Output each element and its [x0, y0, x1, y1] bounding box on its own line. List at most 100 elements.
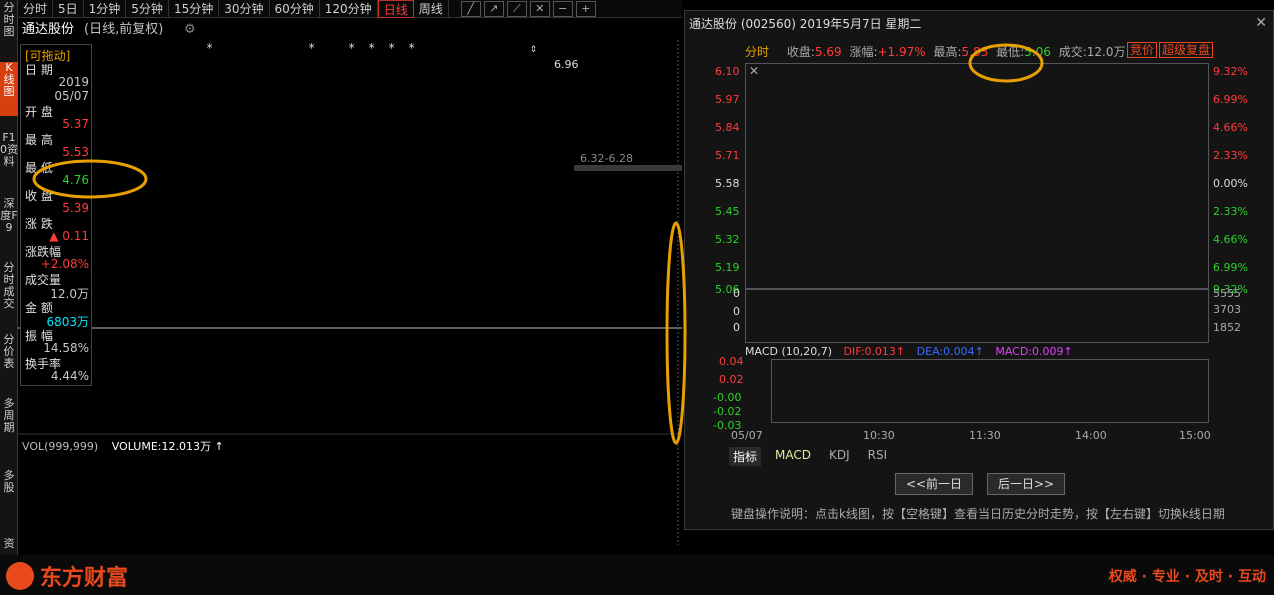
- sidebar-item-more[interactable]: 资: [0, 538, 18, 552]
- macd-dif: DIF:0.013↑: [843, 345, 906, 358]
- add-icon[interactable]: +: [575, 0, 596, 17]
- next-day-button[interactable]: 后一日>>: [987, 473, 1065, 495]
- pct-axis-label: 9.32%: [1213, 65, 1248, 78]
- kline-chart[interactable]: * * * * * * ⇕ 6.96 6.32-6.28: [18, 40, 682, 545]
- macd-axis-label: 0.02: [719, 373, 744, 386]
- sidebar-item-intraday[interactable]: 分时图: [0, 2, 18, 52]
- sidebar-item-f10[interactable]: F10资料: [0, 132, 18, 182]
- turnover-value: 4.44%: [50, 369, 89, 383]
- pct-axis-label: 2.33%: [1213, 205, 1248, 218]
- left-sidebar: 分时图 K线图 F10资料 深度F9 分时成交 分价表 多周期 多股 资: [0, 0, 18, 595]
- popup-low-label: 最低:: [996, 45, 1025, 59]
- sidebar-item-multi-period[interactable]: 多周期: [0, 398, 18, 446]
- expand-icon[interactable]: ✕: [746, 64, 762, 80]
- vol-axis-label: 1852: [1213, 321, 1241, 334]
- intraday-popup[interactable]: 通达股份 (002560) 2019年5月7日 星期二 ✕ 分时 收盘:5.69…: [684, 10, 1274, 530]
- vol-axis-label: 5555: [1213, 287, 1241, 300]
- amplitude-value: 14.58%: [43, 341, 89, 355]
- auction-button[interactable]: 竞价: [1127, 42, 1158, 58]
- sidebar-item-ticks[interactable]: 分时成交: [0, 262, 18, 318]
- popup-vol-label: 成交:: [1058, 45, 1087, 59]
- super-replay-button[interactable]: 超级复盘: [1159, 42, 1214, 58]
- macd-plot[interactable]: [771, 359, 1209, 423]
- tab-macd[interactable]: MACD: [771, 447, 815, 466]
- tab-intraday[interactable]: 分时: [18, 0, 54, 18]
- popup-high-value: 5.83: [961, 45, 989, 59]
- tab-rsi[interactable]: RSI: [864, 447, 892, 466]
- keyboard-help-text: 键盘操作说明：点击k线图，按【空格键】查看当日历史分时走势，按【左右键】切换k线…: [731, 507, 1225, 521]
- draw-line-icon[interactable]: ╱: [460, 0, 481, 17]
- prev-day-button[interactable]: <<前一日: [895, 473, 973, 495]
- event-marker[interactable]: *: [206, 41, 213, 55]
- time-axis-label: 11:30: [969, 429, 1001, 442]
- event-marker[interactable]: *: [408, 41, 415, 55]
- brand-footer: [0, 555, 1274, 595]
- popup-low-value: 5.06: [1024, 45, 1051, 59]
- intraday-price-plot[interactable]: ✕: [745, 63, 1209, 289]
- event-marker[interactable]: *: [348, 41, 355, 55]
- intraday-volume-plot[interactable]: [745, 289, 1209, 343]
- macd-axis-label: -0.02: [713, 405, 742, 418]
- macd-value: MACD:0.009↑: [995, 345, 1073, 358]
- period-toolbar: 分时 5日 1分钟 5分钟 15分钟 30分钟 60分钟 120分钟 日线 周线…: [18, 0, 682, 18]
- price-axis-label: 5.45: [715, 205, 740, 218]
- kline-info-panel[interactable]: [可拖动] 日 期 2019 05/07 开 盘 5.37 最 高 5.53 最…: [20, 44, 92, 386]
- vol-axis-label: 0: [733, 287, 740, 300]
- tab-120min[interactable]: 120分钟: [320, 0, 378, 18]
- tab-5min[interactable]: 5分钟: [126, 0, 169, 18]
- draw-arrow-icon[interactable]: ↗: [483, 0, 504, 17]
- time-axis-label: 10:30: [863, 429, 895, 442]
- pct-axis-label: 6.99%: [1213, 261, 1248, 274]
- peak-price-label: 6.96: [554, 58, 579, 71]
- pct-axis-label: 4.66%: [1213, 233, 1248, 246]
- tab-daily[interactable]: 日线: [377, 0, 414, 18]
- price-axis-label: 5.71: [715, 149, 740, 162]
- close-value: 5.39: [62, 201, 89, 215]
- popup-high-label: 最高:: [933, 45, 962, 59]
- close-icon[interactable]: ✕: [1255, 15, 1267, 31]
- brand-slogan: 权威 · 专业 · 及时 · 互动: [1108, 569, 1266, 585]
- tab-weekly[interactable]: 周线: [414, 0, 449, 18]
- price-level-label: 6.32-6.28: [580, 152, 633, 165]
- macd-axis-label: -0.00: [713, 391, 742, 404]
- sidebar-item-depth-f9[interactable]: 深度F9: [0, 198, 18, 246]
- sidebar-item-price-table[interactable]: 分价表: [0, 334, 18, 378]
- popup-pct-value: +1.97%: [877, 45, 926, 59]
- stock-header: 通达股份 (日线,前复权) ⚙: [18, 20, 682, 40]
- event-marker[interactable]: *: [308, 41, 315, 55]
- price-level-bar: [574, 165, 682, 171]
- tab-indicator[interactable]: 指标: [729, 447, 762, 466]
- indicator-tabs: 指标 MACD KDJ RSI: [729, 447, 891, 466]
- tab-1min[interactable]: 1分钟: [84, 0, 127, 18]
- tab-15min[interactable]: 15分钟: [169, 0, 220, 18]
- macd-axis-label: 0.04: [719, 355, 744, 368]
- popup-vol-value: 12.0万: [1086, 45, 1126, 59]
- popup-pct-label: 涨幅:: [849, 45, 878, 59]
- price-axis-label: 5.97: [715, 93, 740, 106]
- popup-close-label: 收盘:: [786, 45, 815, 59]
- vol-axis-label: 0: [733, 305, 740, 318]
- time-axis-label: 14:00: [1075, 429, 1107, 442]
- draw-cross-icon[interactable]: ✕: [529, 0, 550, 17]
- tab-kdj[interactable]: KDJ: [825, 447, 854, 466]
- pct-value: +2.08%: [40, 257, 89, 271]
- macd-header: MACD (10,20,7) DIF:0.013↑ DEA:0.004↑ MAC…: [745, 345, 1073, 358]
- price-axis-label: 5.19: [715, 261, 740, 274]
- time-axis-label: 05/07: [731, 429, 763, 442]
- sidebar-item-multi-stock[interactable]: 多股: [0, 470, 18, 506]
- price-axis-label: 5.58: [715, 177, 740, 190]
- tab-30min[interactable]: 30分钟: [219, 0, 270, 18]
- minimize-icon[interactable]: −: [552, 0, 573, 17]
- tab-5day[interactable]: 5日: [53, 0, 84, 18]
- event-marker[interactable]: *: [388, 41, 395, 55]
- sidebar-item-kline[interactable]: K线图: [0, 62, 18, 116]
- low-value: 4.76: [62, 173, 89, 187]
- tab-60min[interactable]: 60分钟: [270, 0, 320, 18]
- event-marker[interactable]: *: [368, 41, 375, 55]
- settings-gear-icon[interactable]: ⚙: [184, 20, 196, 40]
- open-value: 5.37: [62, 117, 89, 131]
- event-marker[interactable]: ⇕: [530, 41, 537, 55]
- vol-axis-label: 0: [733, 321, 740, 334]
- draw-ray-icon[interactable]: ⟋: [506, 0, 527, 17]
- price-axis-label: 5.84: [715, 121, 740, 134]
